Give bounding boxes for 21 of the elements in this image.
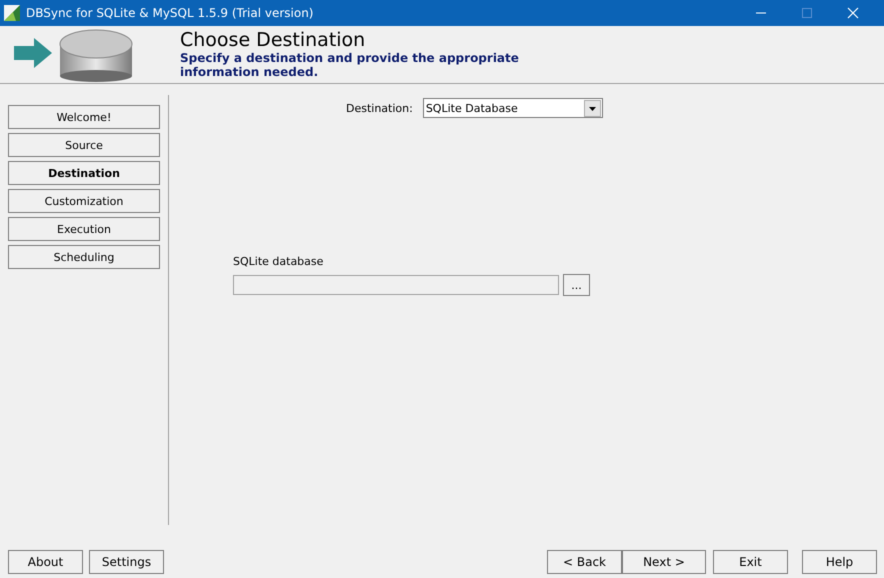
step-button[interactable]: Destination xyxy=(8,161,160,185)
step-button[interactable]: Welcome! xyxy=(8,105,160,129)
step-button[interactable]: Source xyxy=(8,133,160,157)
page-subtitle: Specify a destination and provide the appropriate information needed. xyxy=(180,51,520,79)
database-path-field[interactable] xyxy=(233,275,559,295)
browse-button[interactable]: ... xyxy=(563,274,590,296)
footer-button[interactable]: Exit xyxy=(713,550,788,574)
app-icon xyxy=(4,5,20,21)
step-button[interactable]: Customization xyxy=(8,189,160,213)
wizard-nav-button[interactable]: < Back xyxy=(547,550,622,574)
footer-button[interactable]: About xyxy=(8,550,83,574)
step-button[interactable]: Scheduling xyxy=(8,245,160,269)
footer-button[interactable]: Help xyxy=(802,550,877,574)
window-title: DBSync for SQLite & MySQL 1.5.9 (Trial version) xyxy=(26,6,314,20)
page-title: Choose Destination xyxy=(180,29,366,51)
destination-label: Destination: xyxy=(346,102,413,114)
database-label: SQLite database xyxy=(233,255,324,268)
step-button[interactable]: Execution xyxy=(8,217,160,241)
wizard-nav-button[interactable]: Next > xyxy=(622,550,706,574)
footer-button[interactable]: Settings xyxy=(89,550,164,574)
destination-dropdown[interactable]: SQLite Database xyxy=(422,98,603,118)
